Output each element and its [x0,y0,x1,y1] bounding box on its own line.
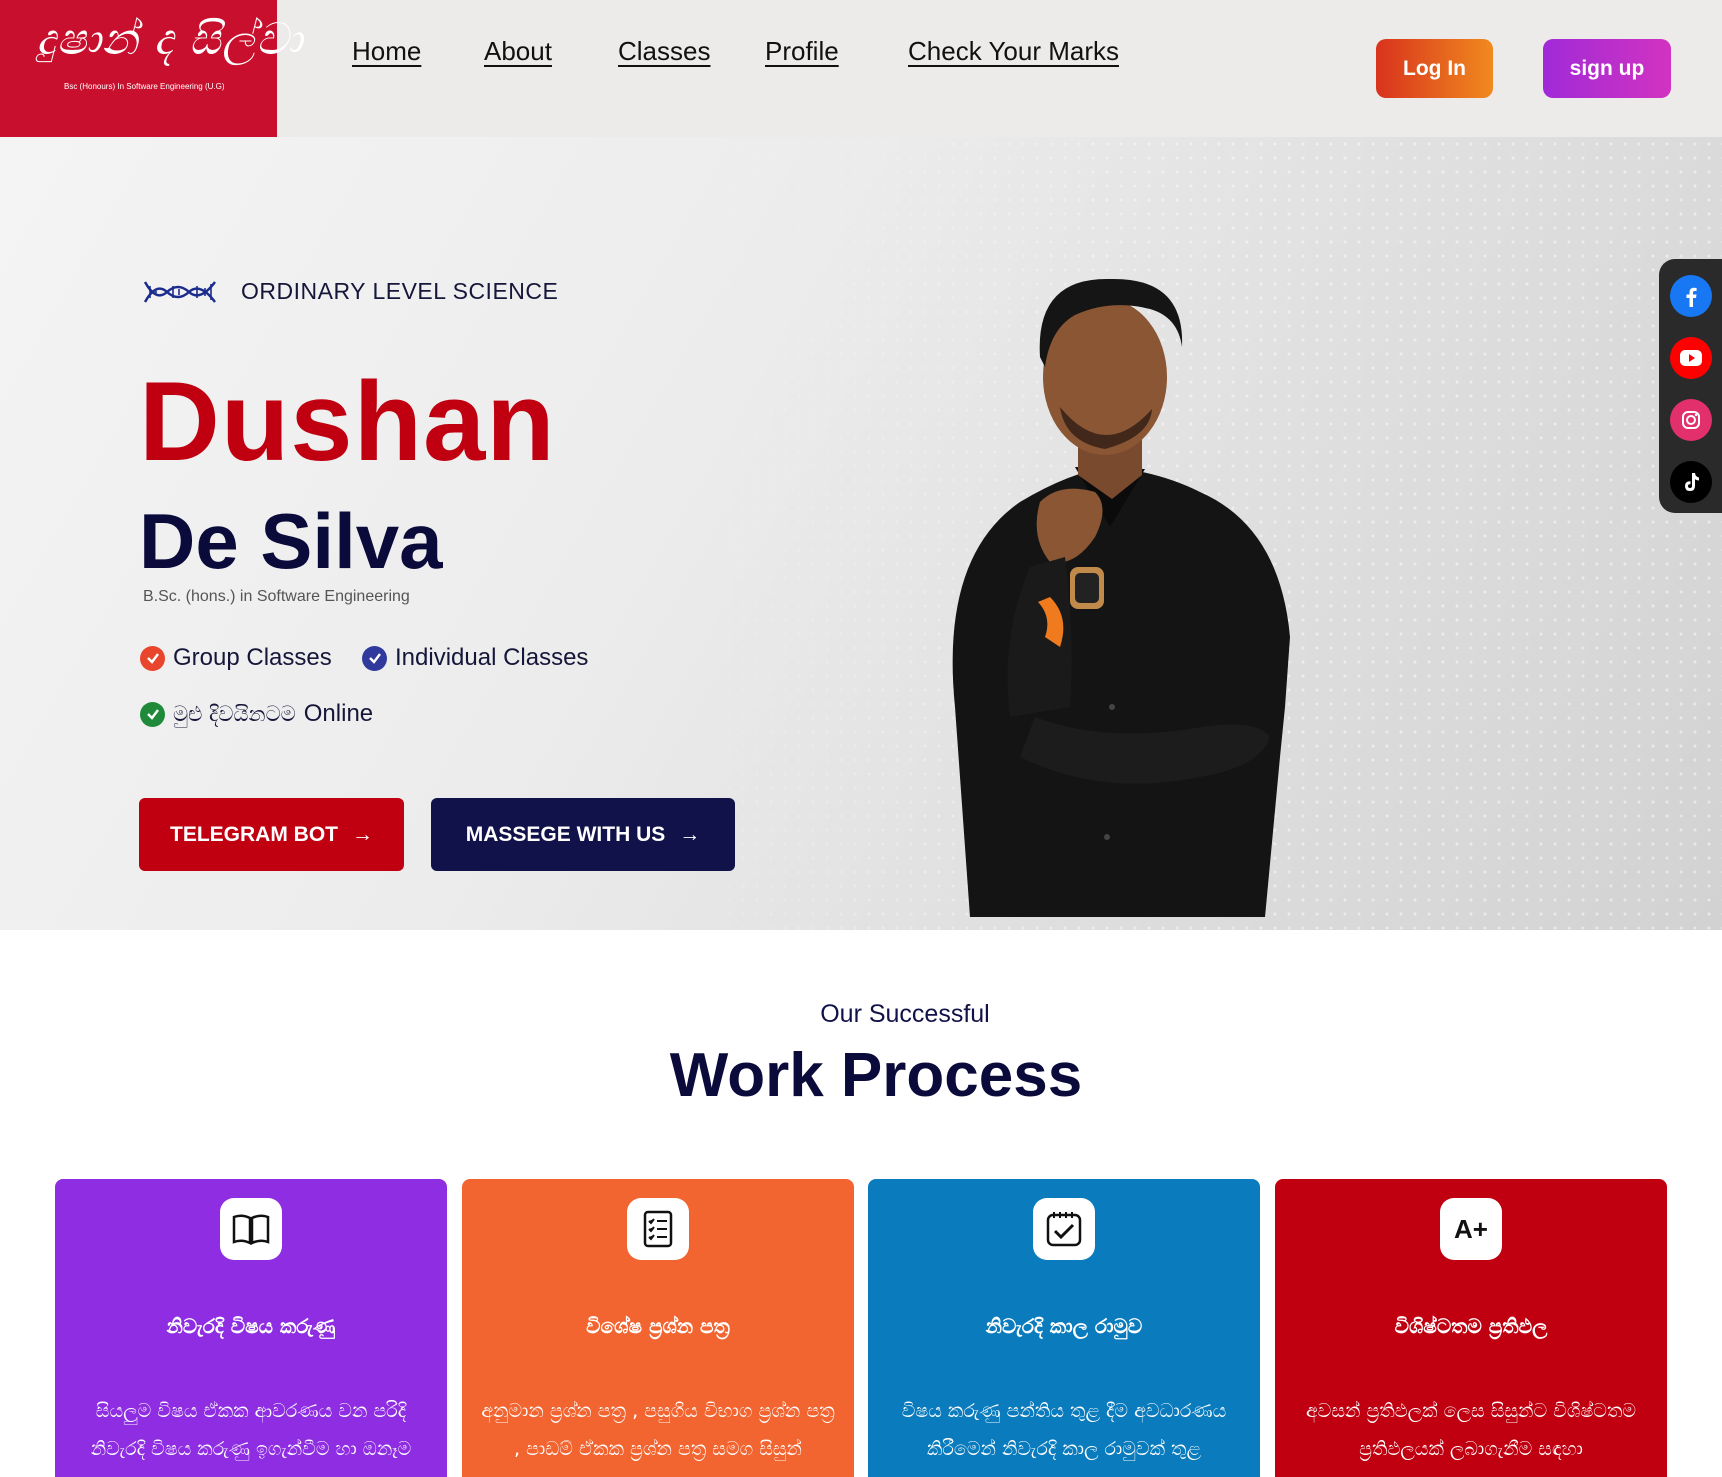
process-card-best-results: A+ විශිෂ්ටතම ප්‍රතිඵල අවසන් ප්‍රතිඵලක් ල… [1275,1179,1667,1477]
hero-first-name: Dushan [139,359,556,484]
logo-subtitle: Bsc (Honours) In Software Engineering (U… [64,82,225,91]
social-sidebar [1659,259,1722,513]
message-us-button[interactable]: MASSEGE WITH US → [431,798,735,871]
arrow-right-icon: → [679,822,701,846]
checklist-document-icon [627,1198,689,1260]
tiktok-icon[interactable] [1670,461,1712,503]
facebook-icon[interactable] [1670,275,1712,317]
feature-online: මුළු දිවයිනටම Online [140,700,373,728]
feature-label-sinhala: මුළු දිවයිනටම [173,701,296,726]
section-title: Work Process [669,1041,1083,1110]
logo-signature: දුෂාන් ද සිල්වා [36,14,304,65]
message-us-label: MASSEGE WITH US [465,822,666,846]
check-circle-icon [362,645,387,671]
nav-about[interactable]: About [484,36,552,72]
process-card-time-frame: නිවැරදි කාල රාමුව විෂය කරුණු පන්තිය තුළ … [868,1179,1260,1477]
nav-home[interactable]: Home [352,36,421,72]
section-subtitle: Our Successful [820,1000,990,1028]
process-card-special-papers: විශේෂ ප්‍රශ්න පත්‍ර අනුමාන ප්‍රශ්න පත්‍ර… [462,1179,854,1477]
youtube-icon[interactable] [1670,337,1712,379]
telegram-bot-button[interactable]: TELEGRAM BOT → [139,798,404,871]
telegram-bot-label: TELEGRAM BOT [170,822,338,846]
nav-check-marks[interactable]: Check Your Marks [908,36,1119,72]
hero-section: ORDINARY LEVEL SCIENCE Dushan De Silva B… [0,137,1722,930]
process-card-subject-facts: නිවැරදි විෂය කරුණු සියලුම විෂය ඒකක ආවරණය… [55,1179,447,1477]
a-plus-grade-icon: A+ [1440,1198,1502,1260]
card-title: නිවැරදි විෂය කරුණු [166,1314,336,1338]
teacher-photo [952,278,1290,917]
feature-individual-classes: Individual Classes [362,644,588,672]
feature-label: Group Classes [173,644,332,671]
check-circle-icon [140,701,165,727]
card-title: විශිෂ්ටතම ප්‍රතිඵල [1394,1314,1548,1338]
card-text: විෂය කරුණු පන්තිය තුළ දීම අවධාරණය කිරීමෙ… [901,1400,1227,1460]
instagram-icon[interactable] [1670,399,1712,441]
feature-label: Online [303,700,374,727]
nav-classes[interactable]: Classes [618,36,710,72]
arrow-right-icon: → [352,822,373,846]
site-header: දුෂාන් ද සිල්වා Bsc (Honours) In Softwar… [0,0,1722,137]
card-title: නිවැරදි කාල රාමුව [985,1314,1143,1338]
feature-label: Individual Classes [395,644,589,671]
hero-tagline: ORDINARY LEVEL SCIENCE [241,278,559,304]
hero-last-name: De Silva [139,497,443,585]
book-icon [220,1198,282,1260]
card-text: අනුමාන ප්‍රශ්න පත්‍ර , පසුගිය විභාග ප්‍ර… [481,1400,835,1460]
calendar-check-icon [1033,1198,1095,1260]
card-title: විශේෂ ප්‍රශ්න පත්‍ර [586,1314,730,1338]
grade-label: A+ [1454,1213,1488,1244]
site-logo[interactable]: දුෂාන් ද සිල්වා Bsc (Honours) In Softwar… [0,0,302,137]
check-circle-icon [140,645,165,671]
signup-button[interactable]: sign up [1543,39,1671,98]
nav-profile[interactable]: Profile [765,36,839,72]
login-button[interactable]: Log In [1376,39,1493,98]
dna-icon [143,281,216,303]
feature-group-classes: Group Classes [140,644,332,672]
card-text: අවසන් ප්‍රතිඵලක් ලෙස සිසුන්ට විශිෂ්ටතම ප… [1305,1400,1637,1460]
card-text: සියලුම විෂය ඒකක ආවරණය වන පරිදි නිවැරදි ව… [90,1400,412,1460]
hero-degree: B.Sc. (hons.) in Software Engineering [143,588,410,605]
